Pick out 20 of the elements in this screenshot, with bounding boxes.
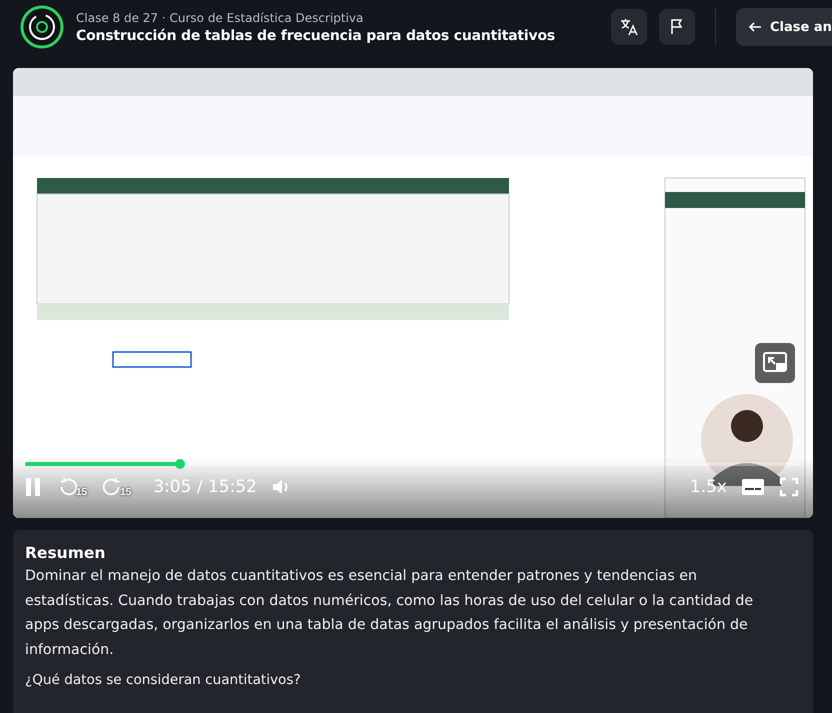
report-button[interactable] [659, 9, 695, 45]
subtitles-button[interactable] [741, 477, 765, 497]
picture-in-picture-button[interactable] [755, 343, 795, 383]
course-badge-icon [20, 5, 64, 49]
rewind-button[interactable]: 15 [57, 476, 88, 498]
translate-button[interactable] [611, 9, 647, 45]
speed-button[interactable]: 1.5x [690, 477, 727, 497]
pause-button[interactable] [23, 476, 43, 498]
forward-button[interactable]: 15 [101, 476, 132, 498]
summary-heading: Resumen [25, 544, 106, 562]
translate-icon [619, 17, 639, 37]
course-line: Clase 8 de 27 · Curso de Estadística Descriptiva [76, 10, 364, 24]
lesson-title: Construcción de tablas de frecuencia para datos cuantitativos [76, 28, 556, 44]
summary-paragraph: Dominar el manejo de datos cuantitativos es esencial para entender patrones y tendencias en estadísticas. Cuando trabajas con datos numéricos, como las horas de uso del celular o la cantidad de apps descargadas, organizarlos en una tabla de datas agrupados facilita el análisis y presentación de información. [25, 567, 754, 660]
time-display: 3:05 / 15:52 [153, 477, 257, 497]
previous-class-button[interactable]: Clase an [736, 8, 832, 46]
picture-in-picture-icon [762, 351, 788, 375]
fullscreen-button[interactable] [779, 477, 799, 497]
summary-question: ¿Qué datos se consideran cuantitativos? [25, 672, 302, 688]
arrow-left-icon [748, 20, 762, 34]
